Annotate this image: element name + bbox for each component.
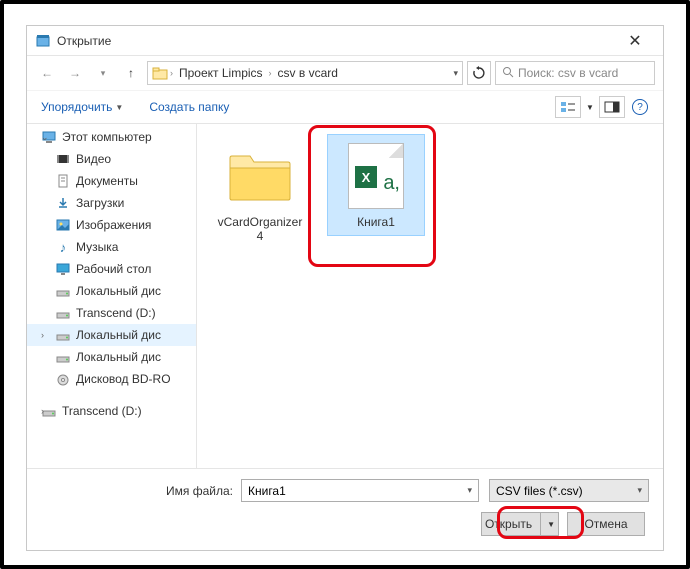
sidebar-item-transcend-root[interactable]: ›Transcend (D:) [27,400,196,422]
window-title: Открытие [57,34,615,48]
sidebar-item-this-pc[interactable]: ⌄ Этот компьютер [27,126,196,148]
sidebar-item-bdrom[interactable]: Дисковод BD-RO [27,368,196,390]
collapse-icon[interactable]: ⌄ [41,132,49,143]
chevron-right-icon: › [269,68,272,78]
forward-button[interactable]: → [63,61,87,85]
chevron-down-icon[interactable]: ▾ [637,485,642,496]
search-placeholder: Поиск: csv в vcard [518,66,618,80]
expand-icon[interactable]: › [41,406,44,416]
open-button[interactable]: Открыть ▼ [481,512,559,536]
drive-icon [55,349,71,365]
open-dialog: Открытие ✕ ← → ▾ ↑ › Проект Limpics › cs… [26,25,664,551]
new-folder-button[interactable]: Создать папку [145,97,233,117]
folder-icon [225,141,295,211]
image-icon [55,217,71,233]
cancel-button[interactable]: Отмена [567,512,645,536]
sidebar-item-disk[interactable]: Локальный дис [27,346,196,368]
desktop-icon [55,261,71,277]
app-icon [35,33,51,49]
breadcrumb[interactable]: › Проект Limpics › csv в vcard ▾ [147,61,463,85]
download-icon [55,195,71,211]
drive-icon [55,327,71,343]
refresh-button[interactable] [467,61,491,85]
disc-icon [55,371,71,387]
sidebar-item-transcend[interactable]: Transcend (D:) [27,302,196,324]
search-icon [502,66,514,81]
drive-icon [55,283,71,299]
file-item-folder[interactable]: vCardOrganizer4 [211,134,309,250]
doc-icon [55,173,71,189]
back-button[interactable]: ← [35,61,59,85]
video-icon [55,151,71,167]
toolbar: Упорядочить▼ Создать папку ▼ ? [27,90,663,124]
help-button[interactable]: ? [627,96,653,118]
preview-pane-button[interactable] [599,96,625,118]
view-mode-button[interactable] [555,96,581,118]
close-button[interactable]: ✕ [615,27,655,55]
view-dropdown[interactable]: ▼ [583,96,597,118]
titlebar: Открытие ✕ [27,26,663,56]
file-label: Книга1 [332,215,420,229]
sidebar-item-disk[interactable]: ›Локальный дис [27,324,196,346]
split-dropdown-icon[interactable]: ▼ [540,513,555,535]
organize-menu[interactable]: Упорядочить▼ [37,97,127,117]
recent-dropdown[interactable]: ▾ [91,61,115,85]
csv-file-icon: Xa, [341,141,411,211]
sidebar-item-disk[interactable]: Локальный дис [27,280,196,302]
filename-label: Имя файла: [41,484,241,498]
breadcrumb-item[interactable]: Проект Limpics [175,66,267,80]
sidebar-item-pictures[interactable]: Изображения [27,214,196,236]
chevron-right-icon: › [170,68,173,78]
drive-icon [55,305,71,321]
file-label: vCardOrganizer4 [216,215,304,243]
search-input[interactable]: Поиск: csv в vcard [495,61,655,85]
chevron-down-icon[interactable]: ▾ [453,68,458,79]
dialog-footer: Имя файла: Книга1 ▾ CSV files (*.csv) ▾ … [27,468,663,550]
chevron-down-icon[interactable]: ▾ [467,485,472,496]
sidebar-item-music[interactable]: ♪Музыка [27,236,196,258]
folder-icon [152,65,168,81]
sidebar-item-documents[interactable]: Документы [27,170,196,192]
nav-row: ← → ▾ ↑ › Проект Limpics › csv в vcard ▾… [27,56,663,90]
sidebar-item-videos[interactable]: Видео [27,148,196,170]
sidebar-item-desktop[interactable]: Рабочий стол [27,258,196,280]
file-item-csv[interactable]: Xa, Книга1 [327,134,425,236]
expand-icon[interactable]: › [41,330,44,340]
breadcrumb-item[interactable]: csv в vcard [274,66,342,80]
file-pane[interactable]: vCardOrganizer4 Xa, Книга1 [197,124,663,468]
up-button[interactable]: ↑ [119,61,143,85]
filetype-select[interactable]: CSV files (*.csv) ▾ [489,479,649,502]
filename-input[interactable]: Книга1 ▾ [241,479,479,502]
chevron-down-icon: ▼ [115,103,123,112]
sidebar: ⌄ Этот компьютер Видео Документы Загрузк… [27,124,197,468]
sidebar-item-downloads[interactable]: Загрузки [27,192,196,214]
music-icon: ♪ [55,239,71,255]
